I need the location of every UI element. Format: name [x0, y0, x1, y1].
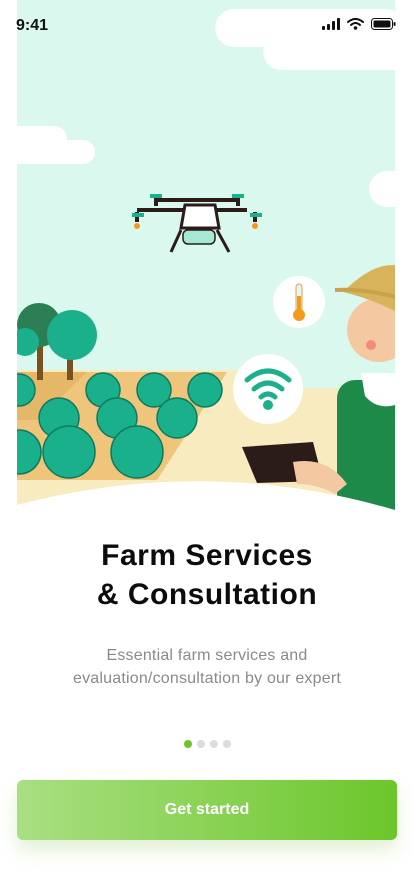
- page-subtitle-line-1: Essential farm services and: [106, 647, 308, 664]
- get-started-button[interactable]: Get started: [17, 780, 397, 840]
- pagination-dot-3[interactable]: [209, 740, 218, 748]
- page-title-line-1: Farm Services: [101, 539, 313, 572]
- pagination-dot-4[interactable]: [222, 740, 231, 748]
- pagination-dots: [0, 740, 414, 748]
- pagination-dot-1[interactable]: [183, 740, 192, 748]
- status-time: 9:41: [16, 17, 49, 34]
- status-icons: [322, 18, 396, 30]
- wifi-bubble-icon: [233, 354, 303, 424]
- status-bar: 9:41: [0, 0, 414, 52]
- battery-icon: [371, 18, 396, 30]
- page-title-line-2: & Consultation: [96, 578, 318, 611]
- thermometer-icon: [273, 276, 325, 328]
- wifi-icon: [347, 18, 364, 30]
- page-subtitle-line-2: evaluation/consultation by our expert: [72, 670, 341, 687]
- signal-icon: [322, 18, 340, 30]
- hero-illustration: [17, 0, 395, 520]
- pagination-dot-2[interactable]: [196, 740, 205, 748]
